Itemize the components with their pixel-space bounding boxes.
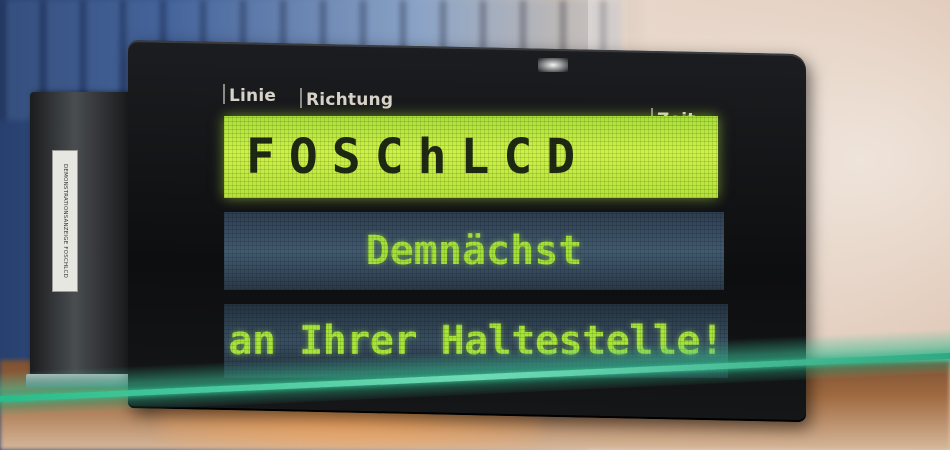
- lcd-row-title: FOSChLCD: [224, 116, 718, 198]
- bracket-sticker: DEMONSTRATIONSANZEIGE FOSCHLCD: [52, 150, 78, 292]
- header-line-label: Linie: [223, 84, 276, 106]
- lcd-row-title-text: FOSChLCD: [246, 129, 590, 185]
- lcd-row-message-1: Demnächst: [224, 212, 724, 290]
- photo-scene: DEMONSTRATIONSANZEIGE FOSCHLCD Linie Ric…: [0, 0, 950, 450]
- lcd-row-message-1-text: Demnächst: [365, 228, 583, 274]
- mounting-bracket: [30, 92, 142, 382]
- header-separator: [300, 88, 302, 108]
- header-direction-label: Richtung: [300, 88, 393, 110]
- header-separator: [223, 84, 225, 104]
- bracket-sticker-text: DEMONSTRATIONSANZEIGE FOSCHLCD: [62, 163, 68, 279]
- housing-light-reflection: [538, 58, 568, 72]
